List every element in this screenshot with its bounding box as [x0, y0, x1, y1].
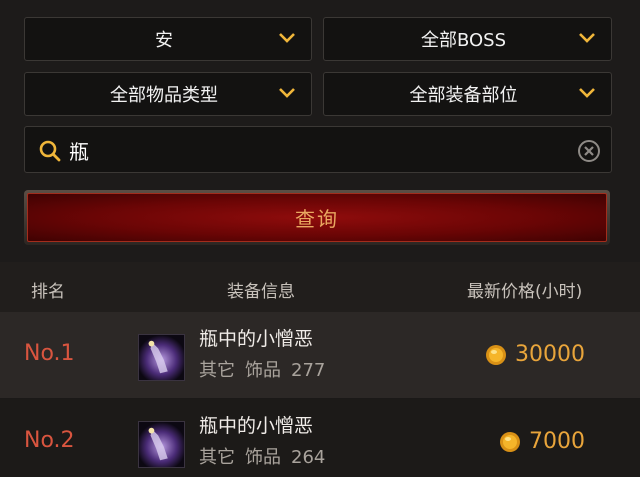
item-name: 瓶中的小憎恶 [199, 415, 314, 437]
boss-select[interactable]: 全部BOSS [323, 17, 612, 61]
search-box [24, 126, 612, 173]
boss-select-label: 全部BOSS [420, 30, 507, 51]
price-wrap: 7000 [499, 429, 585, 454]
item-level: 277 [291, 360, 326, 381]
query-button-label: 查询 [27, 193, 607, 242]
filter-panel: 安 全部BOSS 全部物品类型 全部装备部位 查询 [0, 0, 640, 262]
server-select[interactable]: 安 [24, 17, 312, 61]
rank-label: No.1 [24, 341, 75, 366]
chevron-down-icon [279, 33, 295, 43]
table-row[interactable]: No.1 瓶中的小憎恶 其它 饰品 277 30000 [0, 312, 640, 398]
chevron-down-icon [579, 88, 595, 98]
item-category: 其它 [199, 447, 235, 468]
chevron-down-icon [579, 33, 595, 43]
item-meta: 其它 饰品 264 [199, 443, 335, 469]
rank-label: No.2 [24, 428, 75, 453]
equip-slot-select-label: 全部装备部位 [409, 85, 518, 106]
table-row[interactable]: No.2 瓶中的小憎恶 其它 饰品 264 7000 [0, 399, 640, 477]
query-button[interactable]: 查询 [24, 190, 610, 245]
server-select-label: 安 [155, 30, 173, 51]
search-icon [39, 140, 61, 162]
header-price: 最新价格(小时) [467, 282, 583, 302]
table-header: 排名 装备信息 最新价格(小时) [0, 262, 640, 312]
bottle-icon [138, 334, 185, 381]
item-name: 瓶中的小憎恶 [199, 328, 314, 350]
gold-coin-icon [500, 431, 520, 452]
item-type: 饰品 [245, 360, 281, 381]
item-type-select-label: 全部物品类型 [110, 85, 218, 106]
header-info: 装备信息 [227, 282, 295, 302]
item-level: 264 [291, 447, 326, 468]
item-category: 其它 [199, 360, 235, 381]
gold-coin-icon [486, 344, 506, 365]
header-rank: 排名 [31, 282, 65, 302]
price-wrap: 30000 [485, 342, 585, 367]
search-input[interactable] [69, 135, 549, 165]
item-meta: 其它 饰品 277 [199, 356, 335, 382]
chevron-down-icon [279, 88, 295, 98]
price-value: 30000 [515, 342, 585, 367]
equip-slot-select[interactable]: 全部装备部位 [323, 72, 612, 116]
item-type-select[interactable]: 全部物品类型 [24, 72, 312, 116]
clear-icon[interactable] [577, 139, 601, 163]
item-type: 饰品 [245, 447, 281, 468]
price-value: 7000 [529, 429, 585, 454]
bottle-icon [138, 421, 185, 468]
